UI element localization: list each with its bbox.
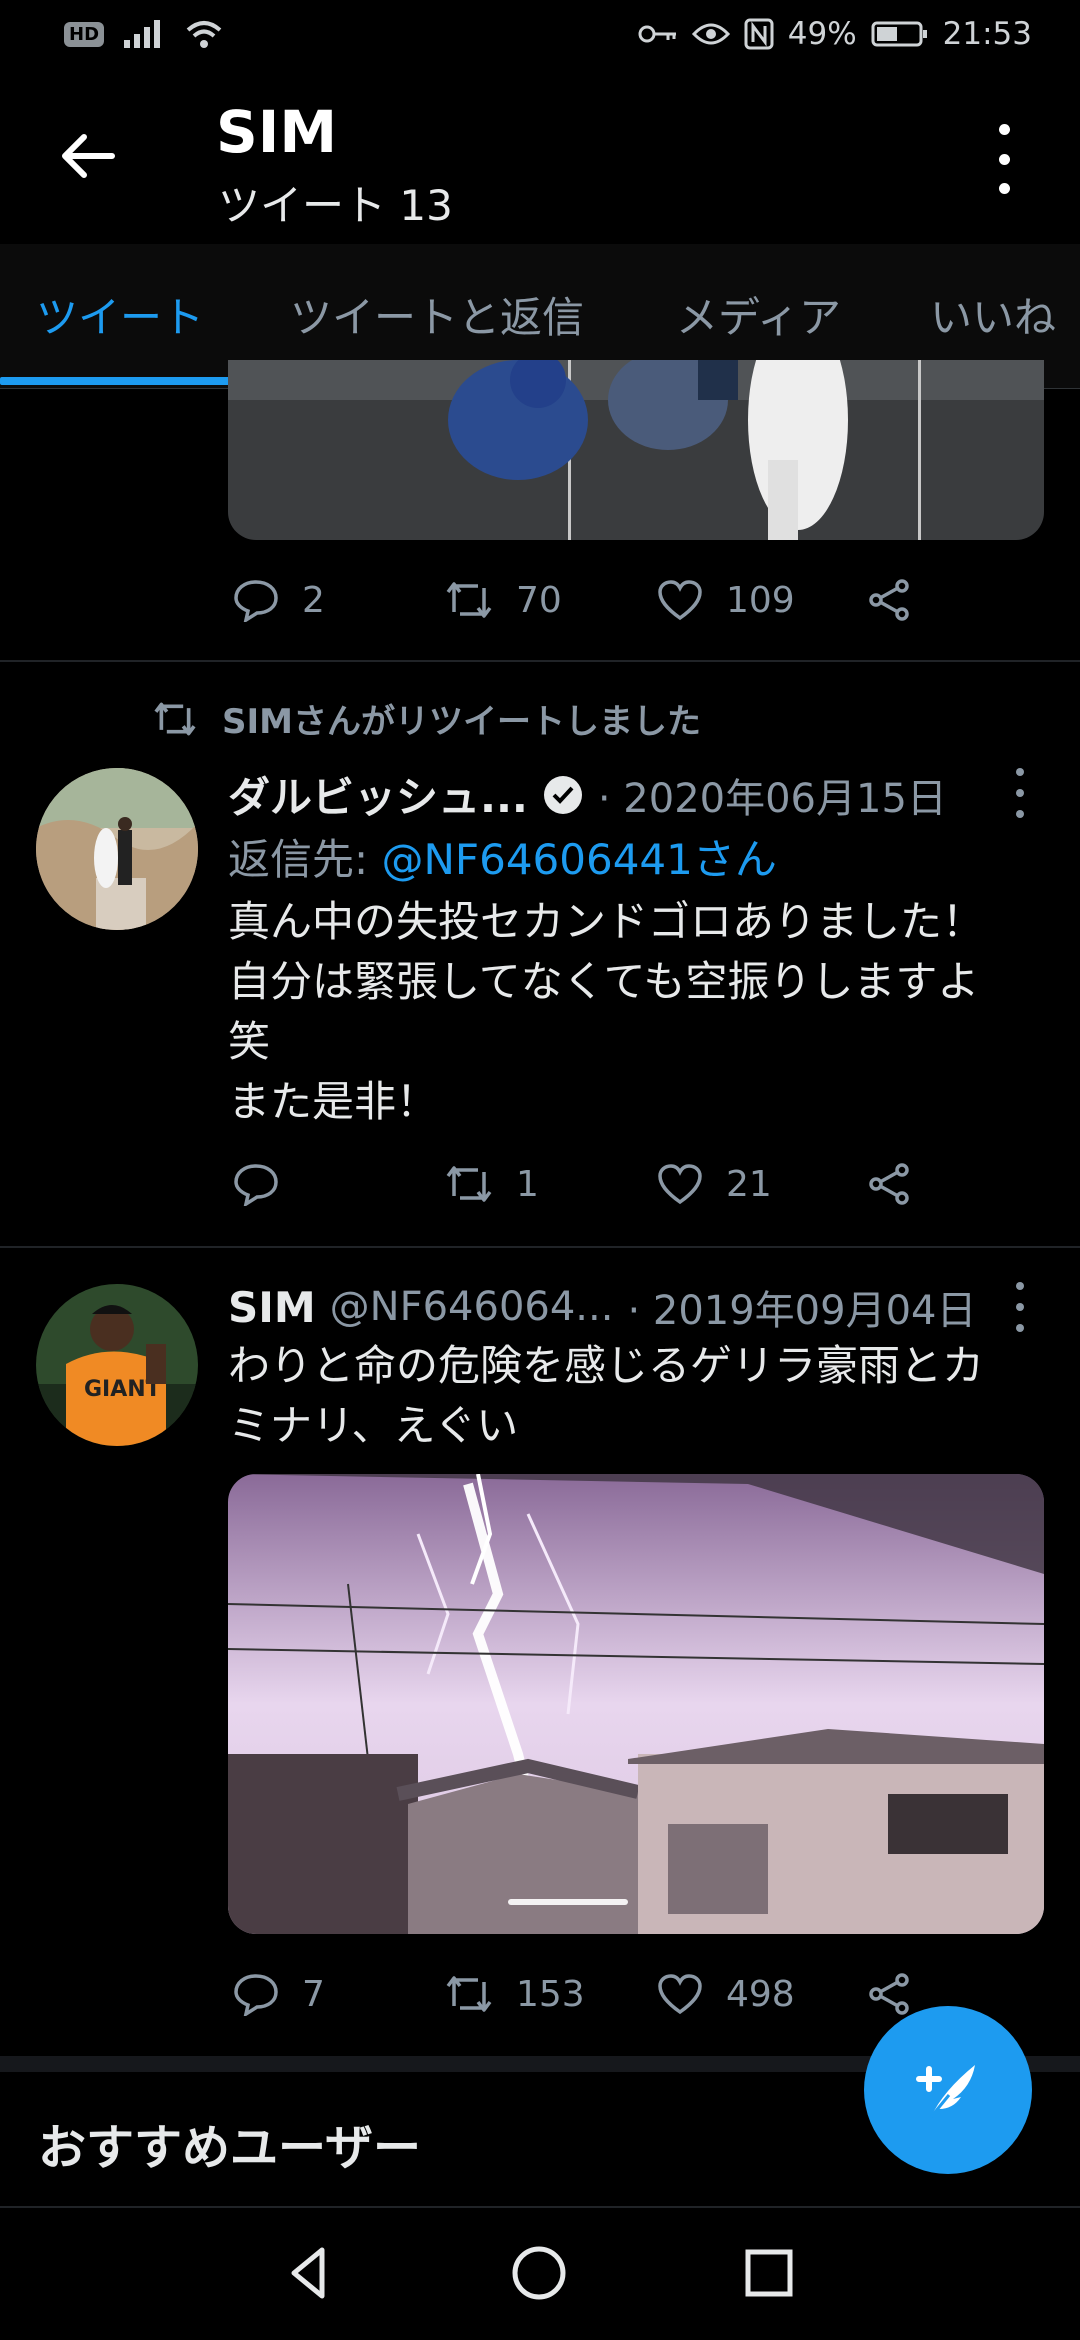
divider	[0, 1246, 1080, 1248]
author-name[interactable]: SIM	[228, 1283, 316, 1332]
back-button[interactable]	[52, 120, 124, 192]
retweet-icon	[154, 702, 196, 735]
heart-icon	[658, 1164, 702, 1205]
divider	[0, 660, 1080, 662]
square-recents-icon	[745, 2249, 793, 2297]
tweet-image[interactable]	[228, 360, 1044, 540]
reply-count: 2	[302, 579, 325, 621]
share-icon	[869, 1973, 909, 2015]
avatar[interactable]	[36, 768, 198, 930]
tweet-menu-button[interactable]	[1010, 768, 1030, 818]
baseball-photo	[228, 360, 1044, 540]
like-button[interactable]: 109	[656, 578, 795, 622]
tweet-count: ツイート 13	[218, 181, 453, 230]
retweet-count: 153	[516, 1973, 585, 2015]
avatar[interactable]: GIANT	[36, 1284, 198, 1446]
retweet-button[interactable]: 70	[444, 578, 562, 622]
tweet-date: · 2020年06月15日	[597, 775, 947, 822]
like-count: 498	[726, 1973, 795, 2015]
compose-feather-icon	[916, 2065, 975, 2118]
tab-tweets[interactable]: ツイート	[36, 284, 204, 345]
status-bar: HD 49% 21:53	[0, 0, 1080, 76]
retweet-count: 70	[516, 579, 562, 621]
tweet-meta: SIM @NF646064... · 2019年09月04日	[228, 1278, 976, 1336]
page-title: SIM	[216, 98, 338, 166]
tab-media[interactable]: メディア	[676, 284, 841, 345]
reply-icon	[234, 1974, 278, 2016]
circle-home-icon	[512, 2246, 566, 2300]
triangle-back-icon	[291, 2247, 325, 2299]
active-tab-indicator	[0, 377, 252, 385]
retweet-count: 1	[516, 1163, 539, 1205]
share-button[interactable]	[866, 1162, 914, 1206]
key-icon	[638, 25, 676, 43]
reply-icon	[234, 580, 278, 622]
overflow-menu-button[interactable]	[984, 124, 1024, 194]
share-button[interactable]	[866, 1972, 914, 2016]
retweet-notice: SIMさんがリツイートしました	[152, 694, 701, 743]
retweet-icon	[446, 582, 492, 618]
reply-count: 7	[302, 1973, 325, 2015]
like-count: 21	[726, 1163, 772, 1205]
like-button[interactable]: 498	[656, 1972, 795, 2016]
author-name[interactable]: ダルビッシュ...	[228, 764, 528, 825]
signal-icon	[124, 20, 161, 48]
lightning-photo	[228, 1474, 1044, 1934]
hd-icon: HD	[64, 21, 105, 47]
like-button[interactable]: 21	[656, 1162, 772, 1206]
profile-header	[0, 76, 1080, 244]
tweet-meta: ダルビッシュ... · 2020年06月15日	[228, 764, 947, 825]
recommended-users-title: おすすめユーザー	[38, 2120, 422, 2176]
battery-icon	[871, 21, 927, 47]
retweet-icon	[446, 1976, 492, 2012]
eye-icon	[691, 23, 730, 45]
tweet-image[interactable]	[228, 1474, 1044, 1934]
like-count: 109	[726, 579, 795, 621]
clock: 21:53	[942, 16, 1032, 52]
baseball-player-avatar-image: GIANT	[36, 1284, 198, 1446]
share-icon	[869, 1163, 909, 1205]
reply-icon	[234, 1164, 278, 1206]
battery-percent: 49%	[787, 16, 857, 52]
share-icon	[869, 579, 909, 621]
retweet-button[interactable]: 1	[444, 1162, 539, 1206]
reply-button[interactable]	[232, 1162, 302, 1206]
reply-to: 返信先: @NF64606441さん	[228, 835, 777, 884]
system-nav-bar	[0, 2208, 1080, 2340]
nfc-icon	[744, 18, 774, 50]
nav-home-button[interactable]	[504, 2238, 574, 2308]
tweet-menu-button[interactable]	[1010, 1282, 1030, 1332]
back-arrow-icon	[62, 134, 115, 178]
tweet-date: · 2019年09月04日	[627, 1288, 977, 1334]
tab-likes[interactable]: いいね	[930, 284, 1056, 345]
heart-icon	[658, 1974, 702, 2015]
heart-icon	[658, 580, 702, 621]
reply-button[interactable]: 7	[232, 1972, 325, 2016]
retweet-button[interactable]: 153	[444, 1972, 585, 2016]
verified-badge-icon	[543, 775, 582, 814]
retweet-icon	[446, 1166, 492, 1202]
wedding-avatar-image	[36, 768, 198, 930]
reply-button[interactable]: 2	[232, 578, 325, 622]
nav-back-button[interactable]	[274, 2238, 344, 2308]
tab-tweets-and-replies[interactable]: ツイートと返信	[290, 284, 584, 345]
wifi-icon	[186, 21, 222, 48]
tweet-text: わりと命の危険を感じるゲリラ豪雨とカ ミナリ、えぐい	[228, 1341, 985, 1450]
tweet-text: 真ん中の失投セカンドゴロありました！ 自分は緊張してなくても空振りしますよ 笑 …	[228, 897, 985, 1126]
share-button[interactable]	[866, 578, 914, 622]
reply-to-handle[interactable]: @NF64606441さん	[382, 835, 777, 884]
compose-tweet-button[interactable]	[864, 2006, 1032, 2174]
author-handle: @NF646064...	[329, 1284, 614, 1330]
nav-recents-button[interactable]	[734, 2238, 804, 2308]
